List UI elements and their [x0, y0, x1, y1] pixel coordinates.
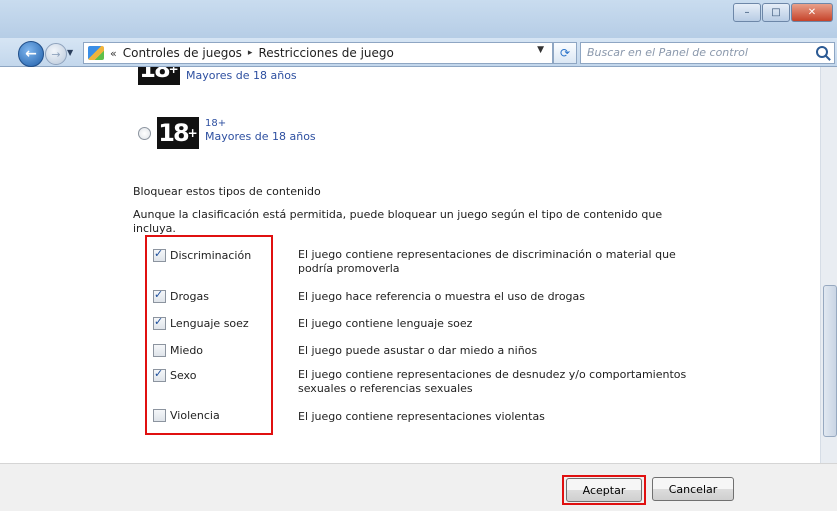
search-input[interactable]	[581, 43, 797, 61]
rating-radio[interactable]	[138, 127, 151, 140]
description-discriminacion: El juego contiene representaciones de di…	[298, 248, 676, 275]
checkbox-discriminacion[interactable]: Discriminación	[153, 247, 252, 262]
checkbox-label: Drogas	[170, 290, 209, 303]
address-bar[interactable]: « Controles de juegos ▸ Restricciones de…	[83, 42, 553, 64]
chevron-down-icon: ▼	[67, 48, 74, 57]
description-lenguaje-soez: El juego contiene lenguaje soez	[298, 317, 473, 330]
checkbox-violencia[interactable]: Violencia	[153, 409, 220, 422]
checkbox-label: Miedo	[170, 344, 204, 357]
highlight-box	[145, 235, 273, 435]
breadcrumb-item-controles-de-juegos[interactable]: Controles de juegos	[123, 46, 242, 60]
accept-highlight-box: Aceptar	[562, 475, 646, 505]
checkbox-drogas[interactable]: Drogas	[153, 288, 209, 303]
back-button[interactable]: ←	[18, 41, 44, 67]
checkbox-label: Violencia	[170, 409, 220, 422]
checkbox[interactable]	[153, 344, 166, 357]
checkbox-label: Discriminación	[170, 249, 252, 262]
window-controls: – □ ✕	[732, 3, 833, 22]
cancel-button[interactable]: Cancelar	[652, 477, 734, 501]
checkbox[interactable]	[153, 315, 166, 330]
rating-option-18-partial[interactable]: 18 + Mayores de 18 años	[138, 67, 297, 85]
search-box[interactable]	[580, 42, 835, 64]
rating-badge-icon: 18 +	[157, 117, 199, 149]
title-bar: – □ ✕	[0, 0, 837, 38]
description-violencia: El juego contiene representaciones viole…	[298, 410, 545, 423]
breadcrumb-overflow[interactable]: «	[110, 47, 117, 60]
section-title: Bloquear estos tipos de contenido	[133, 185, 321, 198]
rating-label: Mayores de 18 años	[205, 130, 316, 143]
dialog-footer: Aceptar Cancelar	[0, 463, 837, 511]
recent-pages-dropdown[interactable]: ▼	[67, 48, 73, 57]
main-content: 18 + Mayores de 18 años 18 + 18+ Mayores d…	[0, 67, 820, 463]
rating-label: Mayores de 18 años	[186, 69, 297, 82]
rating-option-18[interactable]: 18 + 18+ Mayores de 18 años	[138, 117, 316, 149]
rating-code: 18+	[205, 118, 227, 129]
checkbox[interactable]	[153, 288, 166, 303]
control-panel-icon	[88, 46, 104, 60]
rating-badge-icon: 18 +	[138, 67, 180, 85]
checkbox[interactable]	[153, 409, 166, 422]
navigation-bar: ← → ▼ « Controles de juegos ▸ Restriccio…	[0, 38, 837, 67]
search-icon[interactable]	[816, 46, 828, 58]
description-sexo: El juego contiene representaciones de de…	[298, 368, 687, 395]
checkbox[interactable]	[153, 247, 166, 262]
description-drogas: El juego hace referencia o muestra el us…	[298, 290, 586, 303]
minimize-button[interactable]: –	[733, 3, 761, 22]
section-help-text: Aunque la clasificación está permitida, …	[133, 208, 663, 235]
breadcrumb-item-restricciones-de-juego[interactable]: Restricciones de juego	[258, 46, 393, 60]
scrollbar-thumb[interactable]	[823, 285, 837, 437]
accept-button[interactable]: Aceptar	[566, 478, 642, 502]
maximize-button[interactable]: □	[762, 3, 790, 22]
vertical-scrollbar[interactable]	[820, 67, 837, 463]
checkbox-lenguaje-soez[interactable]: Lenguaje soez	[153, 315, 249, 330]
checkbox[interactable]	[153, 367, 166, 382]
refresh-icon: ⟳	[559, 46, 571, 60]
close-button[interactable]: ✕	[791, 3, 833, 22]
checkbox-sexo[interactable]: Sexo	[153, 367, 197, 382]
forward-button[interactable]: →	[45, 43, 67, 65]
refresh-button[interactable]: ⟳	[553, 42, 577, 64]
checkbox-label: Sexo	[170, 369, 197, 382]
description-miedo: El juego puede asustar o dar miedo a niñ…	[298, 344, 538, 357]
checkbox-miedo[interactable]: Miedo	[153, 344, 203, 357]
arrow-left-icon: ←	[25, 46, 37, 62]
breadcrumb-separator-icon[interactable]: ▸	[248, 48, 253, 58]
address-dropdown-icon[interactable]: ▼	[537, 45, 544, 55]
arrow-right-icon: →	[51, 47, 61, 61]
checkbox-label: Lenguaje soez	[170, 317, 249, 330]
